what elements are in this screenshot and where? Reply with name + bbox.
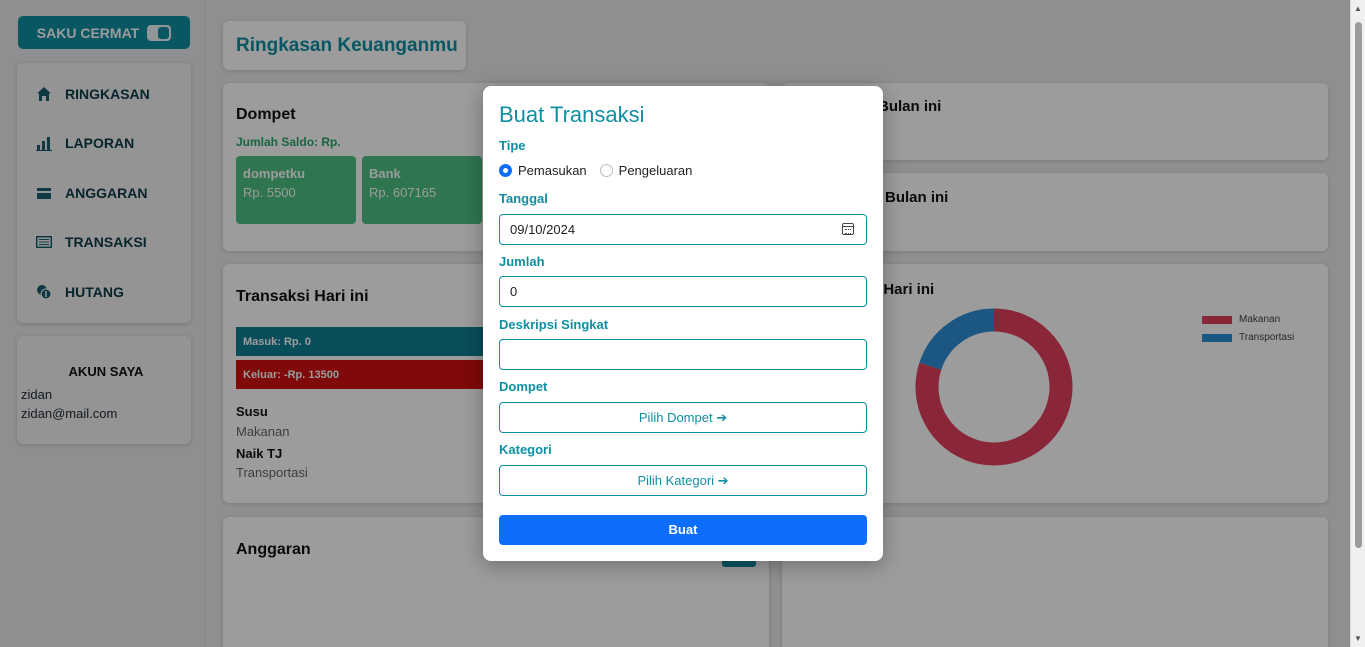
radio-pemasukan[interactable] bbox=[499, 164, 512, 177]
amount-value: 0 bbox=[510, 284, 518, 299]
amount-label: Jumlah bbox=[499, 254, 545, 269]
create-button[interactable]: Buat bbox=[499, 515, 867, 545]
choose-category-button[interactable]: Pilih Kategori ➔ bbox=[499, 465, 867, 496]
scrollbar[interactable]: ▲ ▼ bbox=[1350, 0, 1365, 647]
create-transaction-modal: Buat Transaksi Tipe Pemasukan Pengeluara… bbox=[483, 86, 883, 561]
scrollbar-thumb[interactable] bbox=[1355, 22, 1362, 548]
type-label: Tipe bbox=[499, 138, 526, 153]
modal-title: Buat Transaksi bbox=[499, 102, 645, 127]
wallet-label: Dompet bbox=[499, 379, 548, 394]
category-label: Kategori bbox=[499, 442, 552, 457]
radio-pengeluaran[interactable] bbox=[599, 164, 613, 177]
radio-label-pengeluaran[interactable]: Pengeluaran bbox=[619, 163, 693, 178]
date-input[interactable]: 09/10/2024 bbox=[499, 214, 867, 245]
choose-wallet-button[interactable]: Pilih Dompet ➔ bbox=[499, 402, 867, 433]
amount-input[interactable]: 0 bbox=[499, 276, 867, 307]
calendar-icon[interactable] bbox=[842, 223, 854, 235]
description-label: Deskripsi Singkat bbox=[499, 317, 609, 332]
type-radio-group: Pemasukan Pengeluaran bbox=[499, 163, 692, 178]
radio-label-pemasukan[interactable]: Pemasukan bbox=[518, 163, 587, 178]
scroll-down-icon[interactable]: ▼ bbox=[1354, 634, 1362, 643]
date-label: Tanggal bbox=[499, 191, 548, 206]
description-input[interactable] bbox=[499, 339, 867, 370]
date-value: 09/10/2024 bbox=[510, 222, 576, 237]
scroll-up-icon[interactable]: ▲ bbox=[1354, 4, 1362, 13]
